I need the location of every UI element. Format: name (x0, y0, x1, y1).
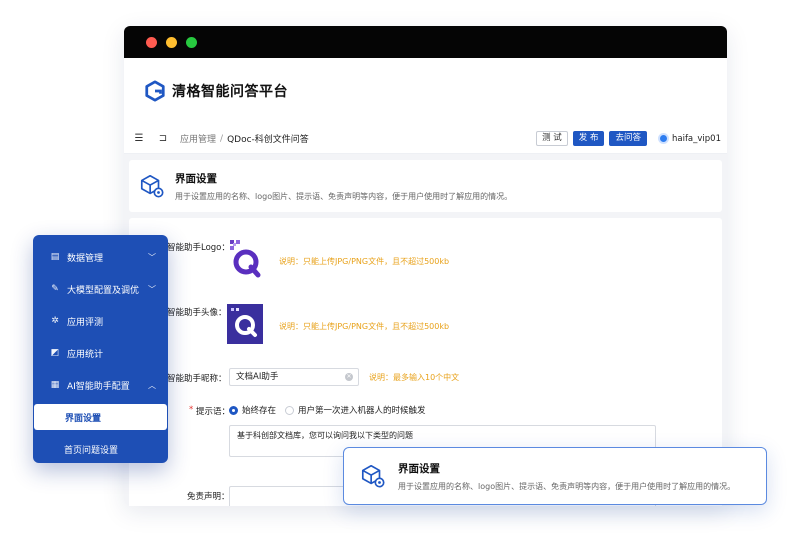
sidebar-item-app-statistics[interactable]: ◩ 应用统计 (33, 337, 168, 369)
stage: 清格智能问答平台 ☰ ⊐ 应用管理 / QDoc-科创文件问答 测 试 发 布 … (0, 0, 800, 550)
publish-button[interactable]: 发 布 (572, 131, 605, 146)
nickname-value: 文档AI助手 (236, 372, 279, 382)
nickname-label: 智能助手昵称： (167, 374, 227, 384)
sidebar-item-data-management[interactable]: ▤ 数据管理 ﹀ (33, 241, 168, 273)
wrench-icon: ✎ (51, 284, 59, 294)
app-title: 清格智能问答平台 (172, 84, 288, 100)
logo-preview-icon (230, 240, 261, 278)
brand-bar: 清格智能问答平台 (124, 58, 727, 124)
avatar-preview-icon (231, 308, 257, 337)
go-ask-button[interactable]: 去问答 (609, 131, 647, 146)
logo-upload[interactable] (227, 237, 263, 281)
sidebar-item-label: 界面设置 (65, 413, 102, 424)
chevron-down-icon: ﹀ (148, 284, 156, 294)
list-icon: ▤ (50, 252, 60, 262)
breadcrumb-parent[interactable]: 应用管理 (180, 132, 216, 145)
prompt-option-always-label: 始终存在 (242, 406, 277, 416)
sidebar-item-label: 首页问题设置 (64, 445, 119, 456)
app-window: 清格智能问答平台 ☰ ⊐ 应用管理 / QDoc-科创文件问答 测 试 发 布 … (124, 26, 727, 506)
box-settings-icon (361, 464, 385, 488)
minimize-window-button[interactable] (166, 36, 177, 48)
radio-selected[interactable] (229, 405, 238, 415)
chevron-down-icon: ﹀ (148, 252, 156, 262)
sidebar-item-app-evaluation[interactable]: ✲ 应用评测 (33, 305, 168, 337)
close-window-button[interactable] (146, 36, 157, 48)
avatar (657, 133, 669, 144)
sidebar-item-label: 应用统计 (67, 349, 104, 360)
prompt-option-always[interactable]: 始终存在 (229, 404, 276, 416)
page-description: 用于设置应用的名称、logo图片、提示语、免责声明等内容，便于用户使用时了解应用… (175, 191, 513, 201)
prompt-option-first-visit[interactable]: 用户第一次进入机器人的时候触发 (285, 404, 426, 416)
nickname-hint: 说明：最多输入10个中文 (369, 373, 460, 382)
avatar-hint: 说明：只能上传JPG/PNG文件，且不超过500kb (279, 322, 450, 331)
gear-icon: ✲ (51, 316, 59, 326)
top-navbar: ☰ ⊐ 应用管理 / QDoc-科创文件问答 测 试 发 布 去问答 haifa… (124, 124, 727, 154)
back-icon[interactable]: ⊐ (156, 133, 170, 144)
prompt-value: 基于科创部文档库，您可以询问我以下类型的问题 (237, 431, 413, 440)
sidebar: ▤ 数据管理 ﹀ ✎ 大模型配置及调优 ﹀ ✲ 应用评测 ◩ 应用统计 ▦ AI… (33, 235, 168, 463)
avatar-upload[interactable] (227, 304, 263, 344)
sidebar-item-model-config[interactable]: ✎ 大模型配置及调优 ﹀ (33, 273, 168, 305)
test-button[interactable]: 测 试 (536, 131, 568, 146)
sidebar-item-interface-settings[interactable]: 界面设置 (34, 404, 167, 430)
logo-label: 智能助手Logo： (167, 243, 230, 253)
user-menu[interactable]: haifa_vip01 (657, 133, 721, 144)
clear-icon[interactable]: ✕ (345, 373, 353, 381)
prompt-label: 提示语： (196, 407, 231, 417)
maximize-window-button[interactable] (186, 36, 197, 48)
sidebar-item-home-questions[interactable]: 首页问题设置 (33, 433, 168, 465)
tooltip-description: 用于设置应用的名称、logo图片、提示语、免责声明等内容，便于用户使用时了解应用… (398, 481, 736, 491)
window-titlebar (124, 26, 727, 58)
navbar-actions: 测 试 发 布 去问答 haifa_vip01 (536, 131, 721, 146)
sidebar-item-label: 大模型配置及调优 (67, 285, 140, 296)
prompt-required-mark: * (189, 405, 194, 415)
prompt-option-first-visit-label: 用户第一次进入机器人的时候触发 (298, 406, 426, 416)
disclaimer-label: 免责声明： (187, 492, 230, 502)
sidebar-item-label: 数据管理 (67, 253, 104, 264)
username: haifa_vip01 (671, 133, 721, 144)
chevron-up-icon: ︿ (148, 380, 156, 390)
box-settings-icon (140, 174, 164, 198)
nickname-input[interactable]: 文档AI助手 ✕ (229, 368, 359, 386)
grid-icon: ▦ (50, 380, 60, 390)
sidebar-item-label: AI智能助手配置 (67, 381, 130, 392)
sidebar-item-label: 应用评测 (67, 317, 104, 328)
settings-header-card: 界面设置 用于设置应用的名称、logo图片、提示语、免责声明等内容，便于用户使用… (129, 160, 722, 212)
brand-logo-icon (145, 80, 165, 102)
breadcrumb-current: QDoc-科创文件问答 (227, 135, 309, 145)
menu-toggle-icon[interactable]: ☰ (132, 133, 146, 144)
sidebar-item-ai-assistant-config[interactable]: ▦ AI智能助手配置 ︿ (33, 369, 168, 401)
radio-unselected[interactable] (285, 405, 294, 415)
avatar-label: 智能助手头像： (167, 308, 227, 318)
breadcrumb-separator: / (220, 133, 224, 144)
page-title: 界面设置 (175, 172, 217, 185)
interface-settings-tooltip-card: 界面设置 用于设置应用的名称、logo图片、提示语、免责声明等内容，便于用户使用… (343, 447, 767, 505)
logo-hint: 说明：只能上传JPG/PNG文件，且不超过500kb (279, 257, 450, 266)
chart-icon: ◩ (50, 348, 60, 358)
tooltip-title: 界面设置 (398, 462, 440, 475)
